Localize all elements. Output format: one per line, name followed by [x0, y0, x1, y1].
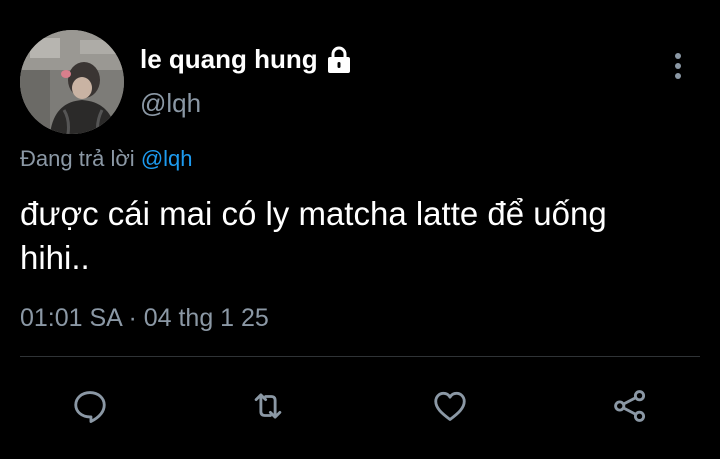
- reply-button[interactable]: [68, 382, 112, 430]
- more-vertical-icon: [675, 53, 681, 79]
- divider: [20, 356, 700, 357]
- avatar[interactable]: [20, 30, 124, 134]
- reply-context: Đang trả lời @lqh: [20, 146, 193, 172]
- share-button[interactable]: [608, 382, 652, 430]
- tweet-timestamp[interactable]: 01:01 SA · 04 thg 1 25: [20, 304, 269, 333]
- like-button[interactable]: [428, 382, 472, 430]
- avatar-photo: [20, 30, 124, 134]
- more-options-button[interactable]: [664, 50, 692, 82]
- action-bar: [0, 382, 720, 430]
- retweet-button[interactable]: [246, 382, 290, 430]
- retweet-icon: [254, 393, 282, 419]
- share-icon: [614, 390, 646, 422]
- reply-context-prefix: Đang trả lời: [20, 146, 141, 171]
- lock-icon: [326, 46, 352, 74]
- display-name[interactable]: le quang hung: [140, 44, 352, 75]
- tweet-text-line: hihi..: [20, 239, 90, 276]
- reply-icon: [74, 391, 106, 423]
- meta-separator: ·: [128, 304, 137, 332]
- reply-mention-link[interactable]: @lqh: [141, 146, 193, 171]
- tweet-time: 01:01 SA: [20, 304, 122, 332]
- like-icon: [434, 391, 466, 421]
- tweet-text: được cái mai có ly matcha latte để uống …: [20, 192, 700, 280]
- user-handle[interactable]: @lqh: [140, 88, 201, 119]
- tweet-date: 04 thg 1 25: [143, 304, 269, 332]
- tweet-text-line: được cái mai có ly matcha latte để uống: [20, 195, 607, 232]
- display-name-text: le quang hung: [140, 44, 318, 74]
